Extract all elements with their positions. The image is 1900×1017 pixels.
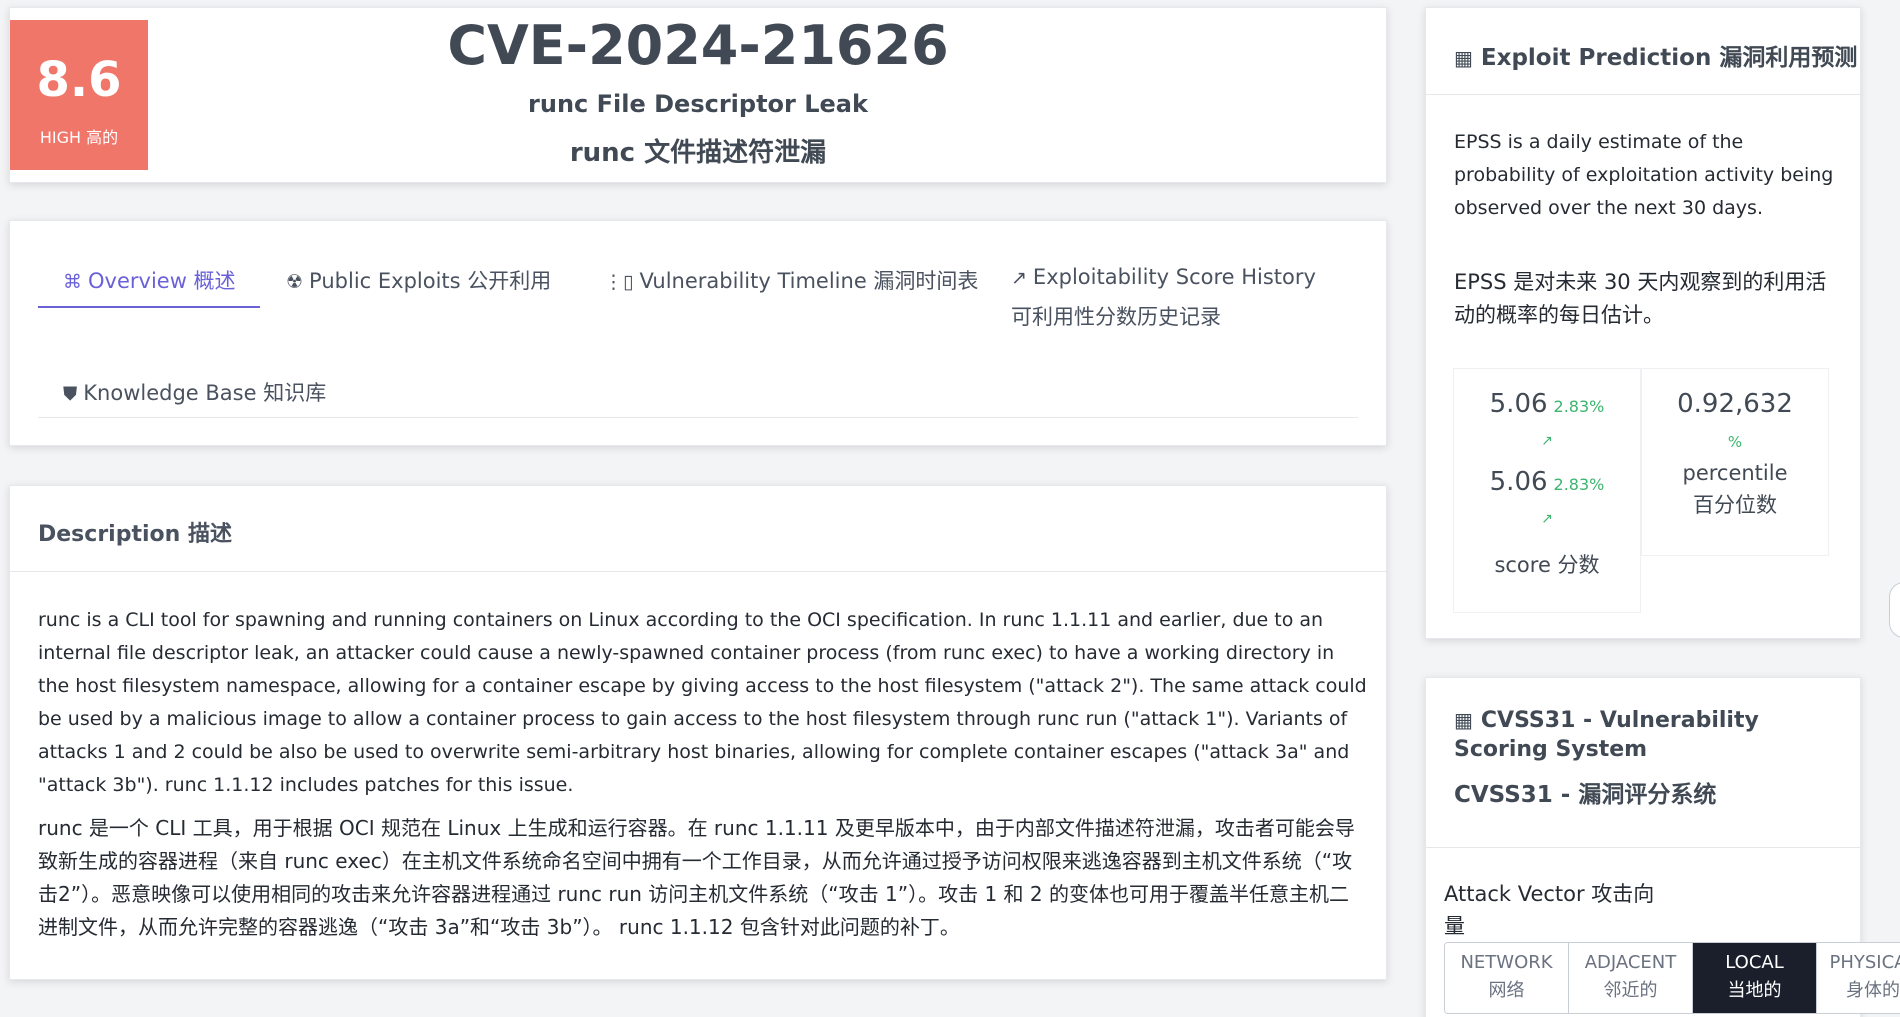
option-zh: 邻近的 [1603, 980, 1658, 1001]
description-heading: Description 描述 [38, 522, 232, 547]
tab-public-exploits-label: Public Exploits 公开利用 [309, 269, 552, 293]
tabs-card: ⌘ Overview 概述 ☢ Public Exploits 公开利用 ⋮▯ Vul… [9, 220, 1387, 446]
percentile-value: 0.92,632 [1677, 389, 1793, 419]
description-divider [10, 571, 1386, 572]
percent-icon: % [1727, 433, 1743, 451]
book-icon: ⛊ [63, 383, 78, 405]
percentile-row: 0.92,632 [1642, 389, 1828, 419]
tab-exploitability-label: Exploitability Score History [1032, 265, 1316, 289]
option-en: NETWORK [1460, 952, 1553, 973]
score-row-2: 5.06 2.83% [1454, 467, 1640, 497]
cve-title-zh: runc 文件描述符泄漏 [569, 138, 827, 168]
calculator-icon: ▦ [1454, 46, 1473, 70]
epss-percentile-stat: 0.92,632 % percentile 百分位数 [1641, 368, 1829, 556]
command-icon: ⌘ [63, 271, 82, 293]
radiation-icon: ☢ [286, 271, 304, 293]
score-row-1: 5.06 2.83% [1454, 389, 1640, 419]
score-change-1: 2.83% [1553, 397, 1605, 416]
tab-exploitability-score-history[interactable]: ↗ Exploitability Score History 可利用性分数历史记录 [1011, 265, 1316, 331]
epss-title-label: Exploit Prediction 漏洞利用预测 [1480, 45, 1858, 71]
tab-knowledge-base[interactable]: ⛊ Knowledge Base 知识库 [63, 377, 326, 407]
tab-vulnerability-timeline[interactable]: ⋮▯ Vulnerability Timeline 漏洞时间表 [604, 265, 978, 295]
epss-description-zh: EPSS 是对未来 30 天内观察到的利用活动的概率的每日估计。 [1454, 270, 1827, 327]
trend-up-icon: ↗ [1541, 511, 1553, 527]
tab-public-exploits[interactable]: ☢ Public Exploits 公开利用 [286, 265, 551, 295]
score-label: score 分数 [1494, 553, 1600, 577]
attack-vector-label: Attack Vector 攻击向量 [1444, 882, 1655, 938]
tab-knowledge-base-label: Knowledge Base 知识库 [83, 381, 327, 405]
attack-vector-local[interactable]: LOCAL 当地的 [1693, 943, 1817, 1013]
percentile-label: percentile 百分位数 [1682, 461, 1788, 517]
option-zh: 网络 [1488, 980, 1525, 1001]
option-en: LOCAL [1725, 952, 1784, 973]
cve-id: CVE-2024-21626 [447, 14, 949, 77]
exploit-prediction-card: ▦ Exploit Prediction 漏洞利用预测 EPSS is a dai… [1425, 7, 1861, 639]
trend-up-icon: ↗ [1011, 267, 1027, 289]
attack-vector-network[interactable]: NETWORK 网络 [1445, 943, 1569, 1013]
side-panel-handle[interactable] [1889, 582, 1900, 638]
option-en: PHYSICAL [1829, 952, 1900, 973]
trend-up-icon: ↗ [1541, 433, 1553, 449]
option-zh: 当地的 [1727, 980, 1782, 1001]
cve-header-card: 8.6 HIGH 高的 CVE-2024-21626 runc File Des… [9, 7, 1387, 183]
cvss-title: ▦ CVSS31 - Vulnerability Scoring System [1454, 706, 1854, 764]
cve-title: runc File Descriptor Leak [528, 90, 868, 118]
tab-exploitability-label-zh: 可利用性分数历史记录 [1011, 305, 1221, 329]
cvss-title-label: CVSS31 - Vulnerability Scoring System [1454, 708, 1759, 762]
score-change-2: 2.83% [1553, 475, 1605, 494]
description-card: Description 描述 runc is a CLI tool for sp… [9, 485, 1387, 980]
score-value-2: 5.06 [1489, 467, 1548, 497]
epss-title: ▦ Exploit Prediction 漏洞利用预测 [1454, 38, 1857, 72]
description-text-zh: runc 是一个 CLI 工具，用于根据 OCI 规范在 Linux 上生成和运… [38, 816, 1355, 939]
epss-divider [1426, 94, 1860, 95]
option-en: ADJACENT [1584, 952, 1677, 973]
description-text-en: runc is a CLI tool for spawning and runn… [38, 609, 1367, 796]
score-value-1: 5.06 [1489, 389, 1548, 419]
tab-overview-label: Overview 概述 [88, 269, 236, 293]
calculator-icon: ▦ [1454, 708, 1473, 732]
cvss-divider [1426, 847, 1860, 848]
tabs-divider [38, 417, 1358, 418]
attack-vector-selector: NETWORK 网络 ADJACENT 邻近的 LOCAL 当地的 PHYSIC… [1444, 942, 1900, 1014]
tab-overview[interactable]: ⌘ Overview 概述 [63, 265, 236, 295]
attack-vector-physical[interactable]: PHYSICAL 身体的 [1817, 943, 1900, 1013]
epss-description-en: EPSS is a daily estimate of the probabil… [1454, 131, 1834, 219]
epss-score-stat: 5.06 2.83% ↗ 5.06 2.83% ↗ score 分数 [1453, 368, 1641, 613]
tab-vulnerability-timeline-label: Vulnerability Timeline 漏洞时间表 [639, 269, 979, 293]
active-tab-indicator [38, 306, 260, 308]
cvss-title-zh: CVSS31 - 漏洞评分系统 [1454, 782, 1717, 808]
timeline-icon: ⋮▯ [604, 271, 634, 293]
attack-vector-adjacent[interactable]: ADJACENT 邻近的 [1569, 943, 1693, 1013]
cvss-card: ▦ CVSS31 - Vulnerability Scoring System C… [1425, 677, 1900, 1017]
option-zh: 身体的 [1846, 980, 1900, 1001]
